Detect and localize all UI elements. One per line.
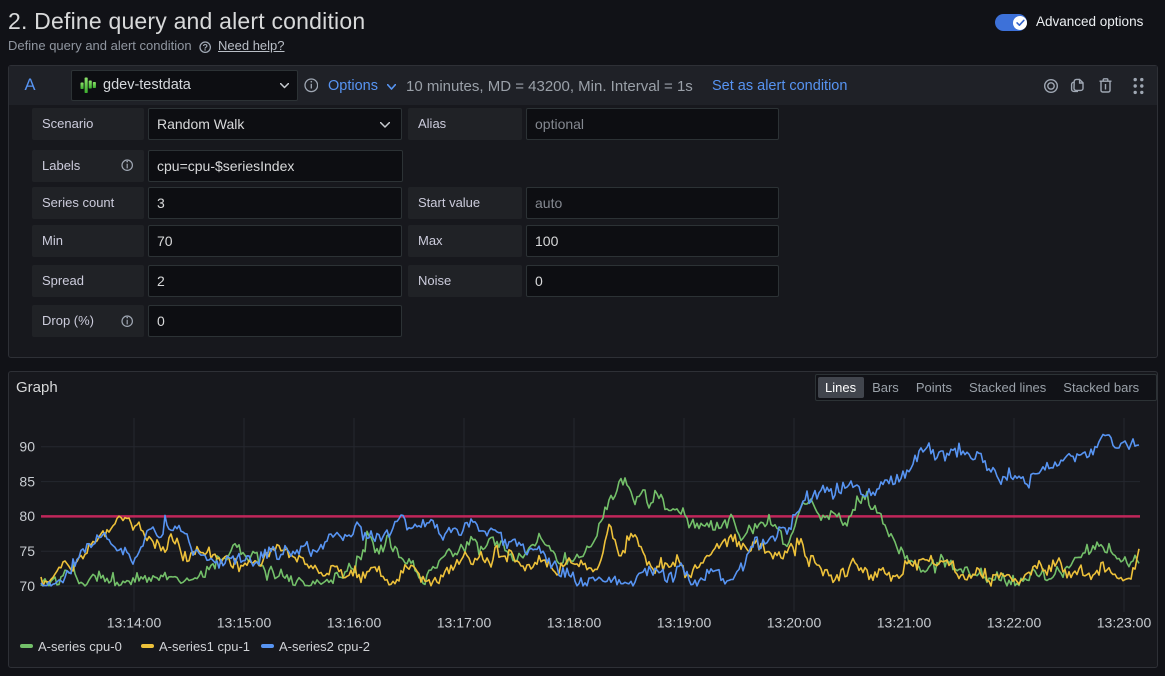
svg-text:13:23:00: 13:23:00: [1097, 615, 1152, 631]
svg-text:13:14:00: 13:14:00: [107, 615, 162, 631]
svg-text:75: 75: [19, 543, 35, 559]
svg-text:70: 70: [19, 578, 35, 594]
svg-text:13:22:00: 13:22:00: [987, 615, 1042, 631]
svg-text:80: 80: [19, 508, 35, 524]
svg-text:13:16:00: 13:16:00: [327, 615, 382, 631]
svg-text:13:21:00: 13:21:00: [877, 615, 932, 631]
svg-text:13:17:00: 13:17:00: [437, 615, 492, 631]
svg-text:13:20:00: 13:20:00: [767, 615, 822, 631]
svg-text:13:18:00: 13:18:00: [547, 615, 602, 631]
svg-text:13:19:00: 13:19:00: [657, 615, 712, 631]
svg-text:?: ?: [202, 42, 208, 52]
svg-text:90: 90: [19, 439, 35, 455]
svg-text:13:15:00: 13:15:00: [217, 615, 272, 631]
svg-text:85: 85: [19, 473, 35, 489]
